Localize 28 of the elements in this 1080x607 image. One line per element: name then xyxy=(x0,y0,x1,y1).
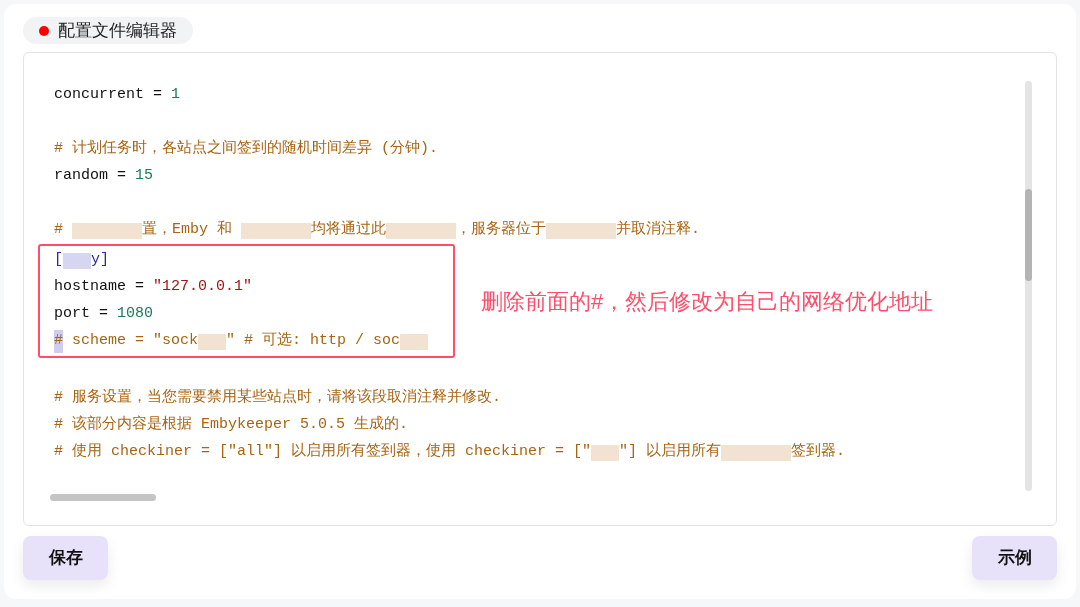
code-text: ，服务器位于 xyxy=(456,220,547,241)
code-text: # 该部分内容是根据 Embykeeper 5.0.5 生成的. xyxy=(54,414,409,436)
code-text: 置，Emby 和 xyxy=(142,219,234,241)
code-text: hostname = xyxy=(54,277,145,298)
code-text: 1080 xyxy=(117,304,154,325)
code-text: scheme = "sock xyxy=(71,331,199,352)
code-text: 并取消注释. xyxy=(616,219,701,241)
code-text: # 计划任务时，各站点之间签到的随机时间差异 (分钟). xyxy=(54,138,438,160)
code-text: "] 以启用所有 xyxy=(619,441,722,463)
action-button[interactable]: 示例 xyxy=(972,536,1057,580)
selected-text: # xyxy=(54,330,63,353)
code-text: 均将通过此 xyxy=(311,219,387,241)
code-text: 1 xyxy=(171,85,181,106)
code-text: concurrent = xyxy=(54,85,164,106)
code-text: port = xyxy=(54,304,109,325)
code-text: y] xyxy=(91,250,110,271)
code-text: 签到器. xyxy=(791,442,846,463)
code-text: # 服务设置，当您需要禁用某些站点时，请将该段取消注释并修改. xyxy=(54,387,501,409)
code-text: random = xyxy=(54,166,127,187)
code-text: " # 可选: http / soc xyxy=(226,330,401,352)
action-button[interactable]: 保存 xyxy=(23,536,108,580)
code-text: [ xyxy=(54,250,63,271)
annotation-text: 删除前面的#，然后修改为自己的网络优化地址 xyxy=(481,287,934,316)
code-text: # xyxy=(54,220,64,241)
code-text: 15 xyxy=(135,166,154,187)
code-text: # 使用 checkiner = ["all"] 以启用所有签到器，使用 checkiner = [" xyxy=(54,441,592,463)
title-text: 配置文件编辑器 xyxy=(58,19,177,42)
code-text: "127.0.0.1" xyxy=(153,277,253,298)
